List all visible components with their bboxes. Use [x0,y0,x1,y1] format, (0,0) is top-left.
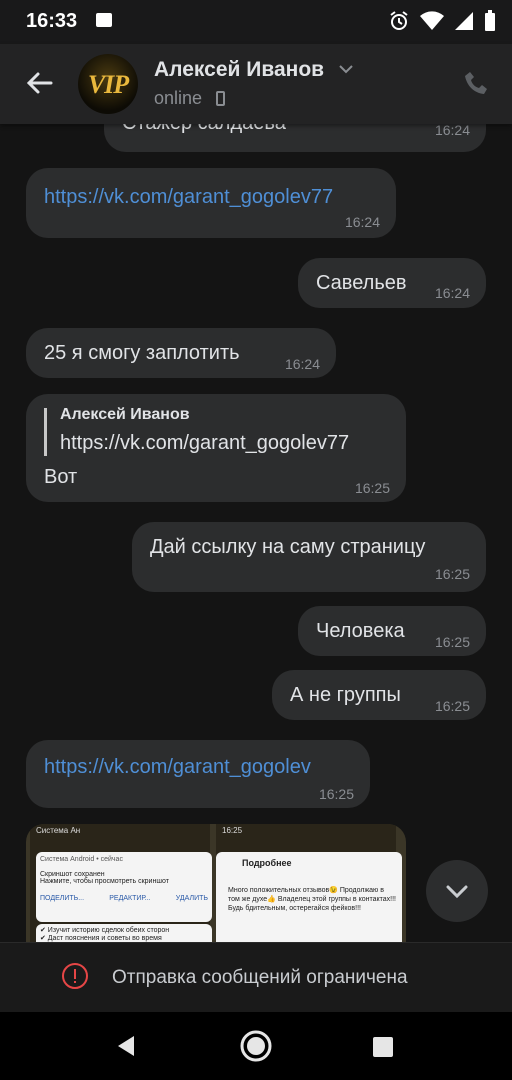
restriction-label: Отправка сообщений ограничена [112,967,408,988]
phone-icon[interactable] [464,70,490,96]
notification-action[interactable]: УДАЛИТЬ [176,895,208,902]
reply-author: Алексей Иванов [60,406,190,423]
status-icons [388,10,496,32]
message-time: 16:24 [434,285,470,301]
contact-name[interactable]: Алексей Иванов [154,58,324,82]
nav-home-icon[interactable] [238,1028,274,1064]
notification-card: Система Android • сейчас Скриншот сохран… [36,852,212,922]
alarm-icon [390,11,408,30]
notification-title: Система Android • сейчас [40,856,123,863]
wifi-icon [420,11,444,30]
message-restriction-bar: Отправка сообщений ограничена [0,942,512,1013]
message-bubble-incoming[interactable]: https://vk.com/garant_gogolev77 16:24 [26,168,396,238]
message-bubble-outgoing[interactable]: Человека 16:25 [298,606,486,656]
chevron-down-icon [446,885,468,899]
mobile-icon [216,91,225,106]
status-bar: 16:33 [0,0,512,44]
message-text: Стажер салдаева [122,124,286,135]
details-text: Много положительных отзывов😉 Продолжаю в… [228,887,396,912]
notification-action[interactable]: ПОДЕЛИТЬ... [40,895,84,902]
message-list[interactable]: Стажер салдаева 16:24 https://vk.com/gar… [0,124,512,942]
message-time: 16:25 [354,480,390,496]
screenshot-thumbnail-left[interactable]: Система Ан Система Android • сейчас Скри… [30,824,212,942]
chevron-down-icon[interactable] [338,64,354,74]
message-bubble-outgoing[interactable]: Дай ссылку на саму страницу 16:25 [132,522,486,592]
scroll-down-button[interactable] [426,860,488,922]
details-card: Подробнее Много положительных отзывов😉 П… [216,852,402,942]
nav-back-icon[interactable] [114,1034,138,1058]
thumbnail-status-bar: Система Ан [36,826,81,835]
image-attachment[interactable]: Система Ан Система Android • сейчас Скри… [26,824,406,942]
thumbnail-line: ✔ Даст пояснения и советы во время [40,935,162,942]
back-arrow-icon[interactable] [24,68,54,98]
message-time: 16:25 [318,786,354,802]
message-bubble-incoming[interactable]: https://vk.com/garant_gogolev 16:25 [26,740,370,808]
thumbnail-text-block: ✔ Изучит историю сделок обеих сторон ✔ Д… [36,924,212,942]
message-text: Вот [44,466,78,488]
message-bubble-outgoing[interactable]: Стажер салдаева 16:24 [104,124,486,152]
notification-line: Скриншот сохранен [40,871,105,878]
message-bubble-outgoing[interactable]: А не группы 16:25 [272,670,486,720]
battery-icon [485,10,495,31]
reply-text[interactable]: https://vk.com/garant_gogolev77 [60,432,349,455]
reply-quote-bar [44,408,47,456]
notification-actions: ПОДЕЛИТЬ... РЕДАКТИР... УДАЛИТЬ [40,895,208,902]
notification-line: Нажмите, чтобы просмотреть скриншот [40,878,169,885]
status-time: 16:33 [26,10,78,32]
avatar[interactable]: VIP [78,54,138,114]
message-time: 16:24 [434,124,470,138]
presence-status: online [154,88,203,108]
warning-icon [62,963,88,989]
thumbnail-status-bar: 16:25 [222,826,243,835]
message-text: 25 я смогу заплотить [44,342,240,364]
details-title: Подробнее [242,858,292,868]
message-text: Дай ссылку на саму страницу [150,536,426,558]
message-time: 16:25 [434,566,470,582]
message-link[interactable]: https://vk.com/garant_gogolev [44,756,311,779]
message-bubble-incoming-reply[interactable]: Алексей Иванов https://vk.com/garant_gog… [26,394,406,502]
system-navigation-bar [0,1012,512,1080]
thumbnail-line: ✔ Изучит историю сделок обеих сторон [40,927,170,934]
avatar-text: VIP [87,70,129,99]
message-time: 16:24 [284,356,320,372]
message-bubble-incoming[interactable]: 25 я смогу заплотить 16:24 [26,328,336,378]
notification-action[interactable]: РЕДАКТИР... [109,895,150,902]
message-text: Савельев [316,272,407,294]
signal-icon [455,12,473,30]
chat-header: VIP Алексей Иванов online [0,44,512,124]
message-time: 16:25 [434,698,470,714]
screenshot-thumbnail-right[interactable]: 16:25 Подробнее Много положительных отзы… [216,824,402,942]
message-text: Человека [316,620,405,642]
image-notification-icon [96,13,112,27]
message-link[interactable]: https://vk.com/garant_gogolev77 [44,186,333,209]
nav-recents-icon[interactable] [372,1036,394,1058]
message-time: 16:25 [434,634,470,650]
message-time: 16:24 [344,214,380,230]
message-text: А не группы [290,684,401,706]
message-bubble-outgoing[interactable]: Савельев 16:24 [298,258,486,308]
